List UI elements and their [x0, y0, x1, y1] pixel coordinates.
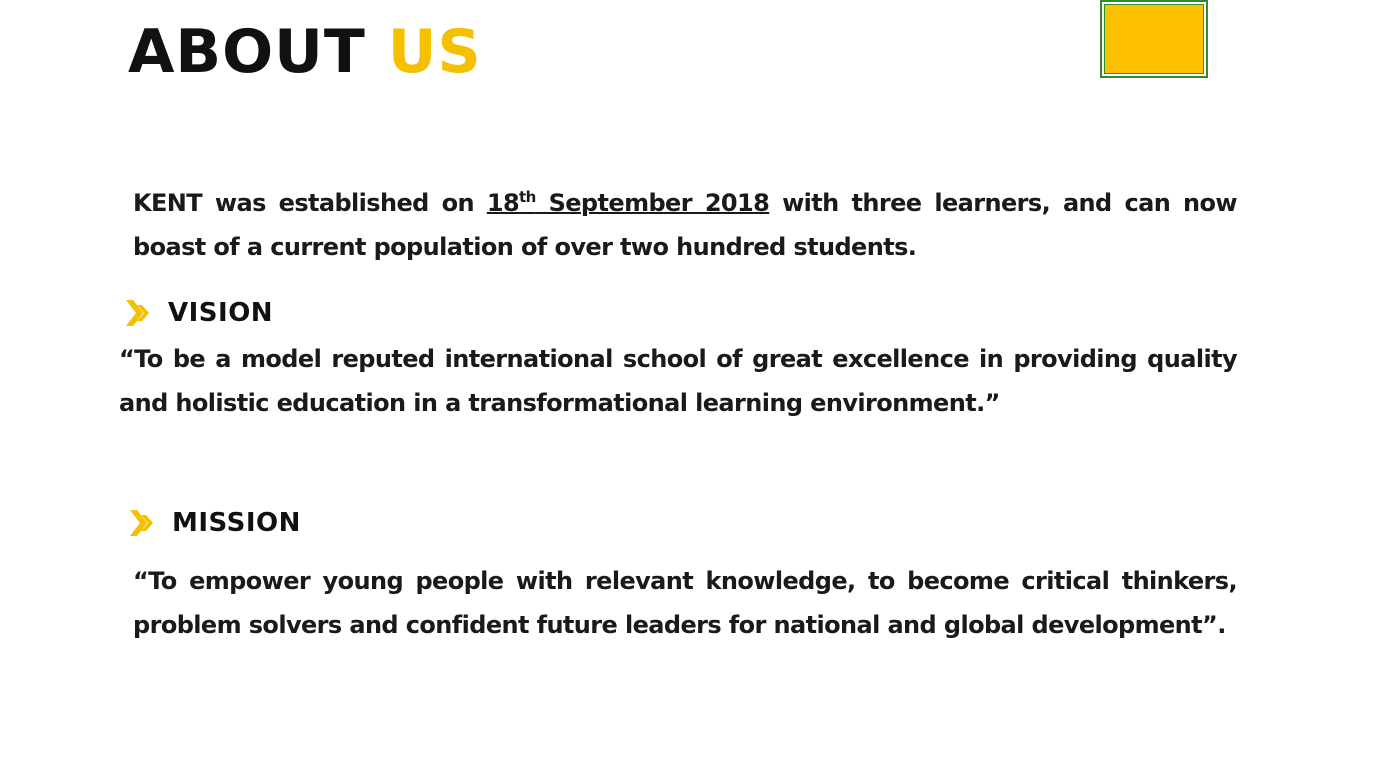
established-date-rest: September 2018	[535, 189, 770, 217]
logo-placeholder-box	[1100, 0, 1208, 78]
page-title-word-about: ABOUT	[128, 17, 366, 87]
double-chevron-right-icon	[130, 510, 153, 536]
intro-text-before: KENT was established on	[133, 189, 487, 217]
established-date-suffix: th	[519, 188, 536, 206]
intro-paragraph: KENT was established on 18th September 2…	[133, 181, 1238, 269]
vision-heading: VISION	[124, 295, 273, 331]
established-date: 18th September 2018	[486, 188, 770, 217]
vision-statement: “To be a model reputed international sch…	[119, 345, 1238, 417]
mission-statement: “To empower young people with relevant k…	[133, 567, 1238, 639]
established-date-day: 18	[486, 189, 520, 217]
page-title: ABOUT US	[128, 14, 482, 90]
page-title-word-us: US	[387, 17, 482, 87]
mission-heading-label: MISSION	[172, 508, 301, 538]
double-chevron-right-icon	[126, 300, 149, 326]
mission-heading: MISSION	[128, 505, 301, 541]
vision-heading-label: VISION	[168, 298, 274, 328]
